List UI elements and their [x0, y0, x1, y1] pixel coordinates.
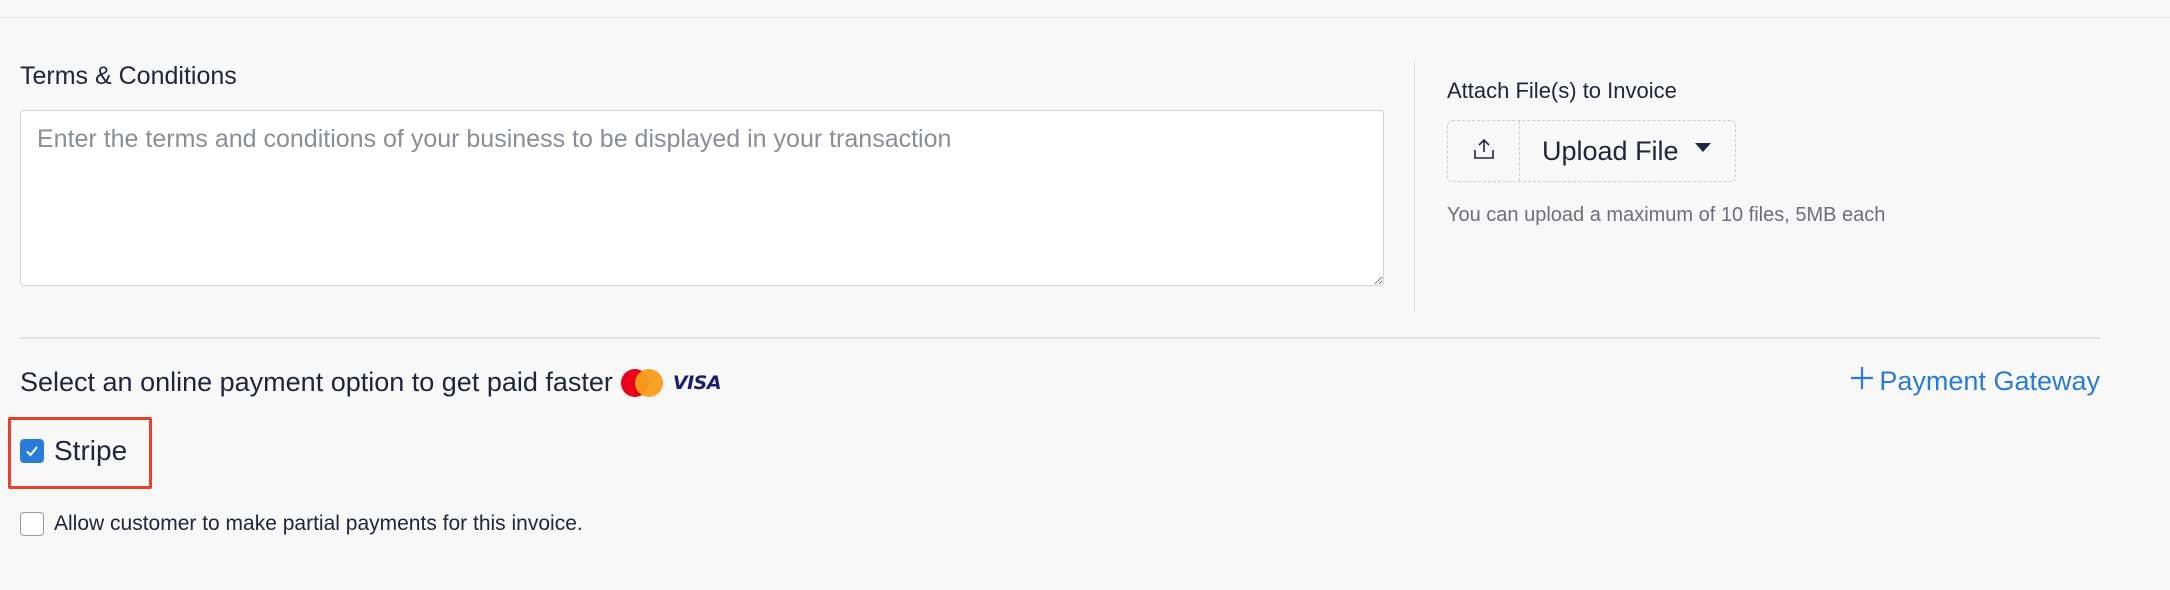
upload-file-label: Upload File: [1542, 135, 1679, 166]
payment-options-title: Select an online payment option to get p…: [20, 367, 613, 397]
upload-icon: [1472, 137, 1496, 166]
vertical-divider: [1414, 60, 1415, 312]
mastercard-icon: [620, 368, 663, 397]
visa-icon: VISA: [672, 371, 722, 394]
partial-payments-option[interactable]: Allow customer to make partial payments …: [20, 512, 583, 536]
terms-textarea[interactable]: [20, 110, 1384, 286]
stripe-checkbox[interactable]: [20, 439, 44, 463]
attach-files-label: Attach File(s) to Invoice: [1447, 78, 1677, 103]
add-payment-gateway-link[interactable]: Payment Gateway: [1849, 362, 2100, 400]
upload-file-group: Upload File: [1447, 120, 1736, 182]
plus-icon: [1849, 360, 1875, 398]
partial-payments-label: Allow customer to make partial payments …: [54, 512, 583, 535]
top-divider: [0, 17, 2170, 18]
terms-label: Terms & Conditions: [20, 62, 237, 90]
partial-payments-checkbox[interactable]: [20, 512, 44, 536]
payment-options-heading: Select an online payment option to get p…: [20, 367, 722, 398]
section-divider: [20, 337, 2100, 339]
payment-gateway-label: Payment Gateway: [1879, 365, 2100, 396]
caret-down-icon: [1694, 142, 1711, 152]
upload-icon-button[interactable]: [1448, 121, 1520, 181]
stripe-label: Stripe: [54, 435, 128, 466]
upload-file-button[interactable]: Upload File: [1520, 121, 1735, 181]
upload-hint: You can upload a maximum of 10 files, 5M…: [1447, 204, 1886, 226]
stripe-option[interactable]: Stripe: [20, 435, 127, 467]
